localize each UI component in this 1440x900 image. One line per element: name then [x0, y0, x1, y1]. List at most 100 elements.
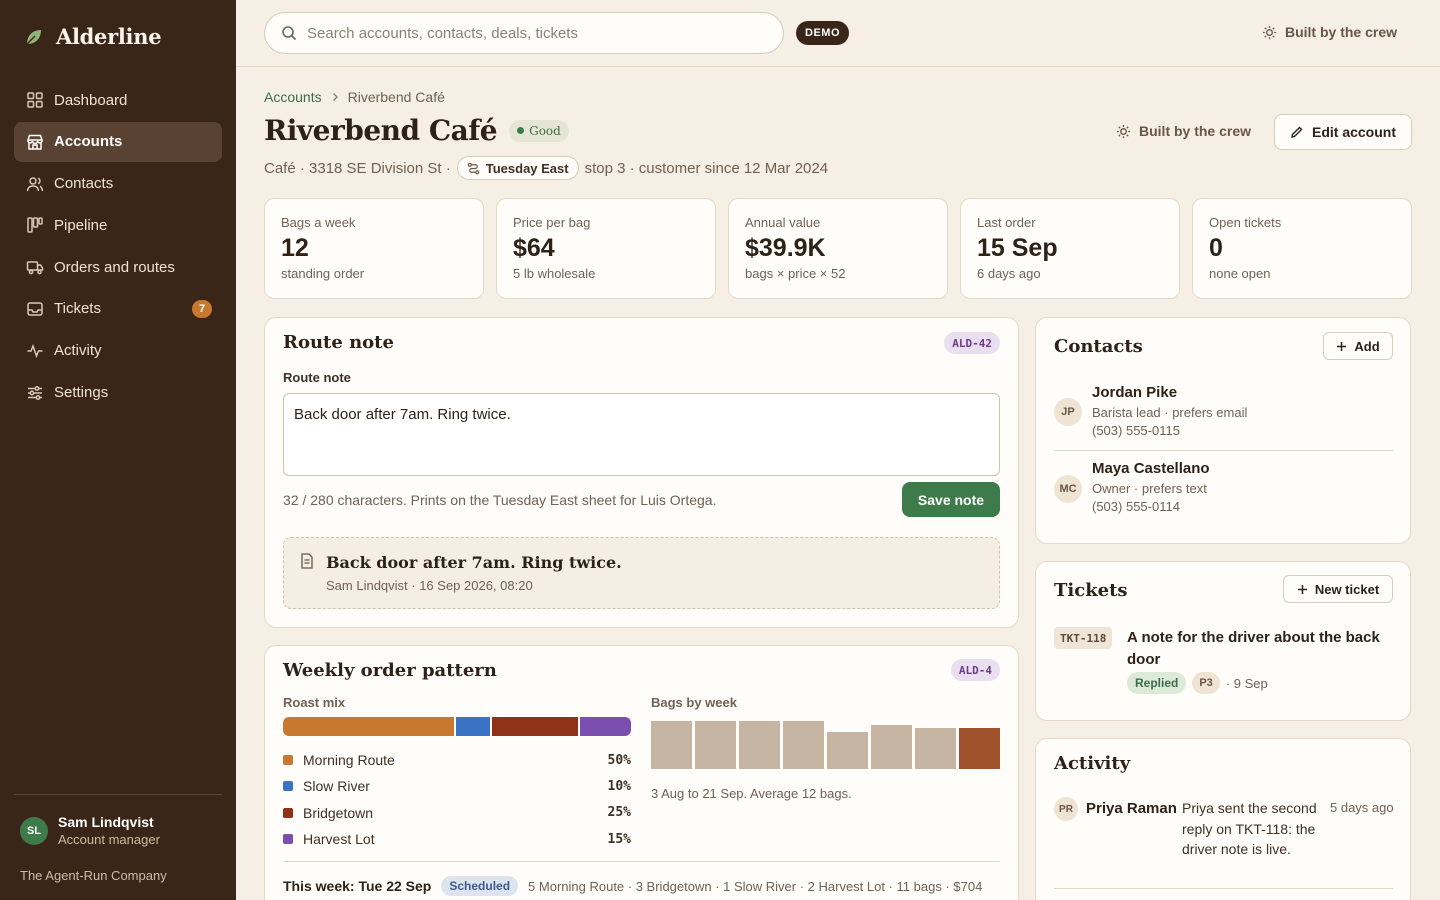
stat-sub: bags × price × 52: [745, 266, 846, 281]
user-profile[interactable]: SL Sam Lindqvist Account manager: [20, 814, 160, 847]
sidebar-item-label: Activity: [54, 342, 102, 360]
stat-value: $64: [513, 234, 555, 262]
sidebar-nav: Dashboard Accounts Contacts Pipeline Ord…: [14, 80, 222, 414]
stat-value: 15 Sep: [977, 234, 1058, 262]
stat-value: $39.9K: [745, 234, 826, 262]
built-by-crew-link[interactable]: Built by the crew: [1116, 123, 1251, 139]
health-badge: Good: [509, 119, 569, 142]
week-bar: [651, 721, 692, 769]
legend-item: Slow River 10%: [283, 773, 631, 799]
new-ticket-button[interactable]: New ticket: [1283, 575, 1393, 603]
priority-badge: P3: [1192, 672, 1220, 694]
users-icon: [26, 176, 44, 191]
route-note-card: Route note ALD-42 Route note 32 / 280 ch…: [264, 317, 1019, 628]
new-ticket-label: New ticket: [1314, 581, 1380, 597]
sidebar-item-label: Accounts: [54, 133, 123, 151]
document-icon: [301, 553, 313, 569]
breadcrumb-accounts[interactable]: Accounts: [264, 89, 322, 105]
stat-value: 0: [1209, 234, 1223, 262]
roast-mix-bar: [283, 717, 631, 736]
issue-tag[interactable]: ALD-4: [950, 659, 1000, 681]
week-bar: [959, 728, 1000, 769]
roast-mix-label: Roast mix: [283, 695, 346, 710]
sidebar-item-dashboard[interactable]: Dashboard: [14, 80, 222, 120]
account-meta: Café · 3318 SE Division St · Tuesday Eas…: [264, 156, 828, 180]
stat-sub: 6 days ago: [977, 266, 1041, 281]
route-icon: [467, 162, 480, 174]
legend-item: Bridgetown 25%: [283, 800, 631, 826]
week-bar: [739, 721, 780, 769]
route-note-textarea[interactable]: [283, 393, 1000, 476]
user-role: Account manager: [58, 832, 160, 847]
plus-icon: [1337, 341, 1347, 351]
breadcrumb: Accounts Riverbend Café: [264, 89, 445, 105]
contacts-card: Contacts Add JP Jordan Pike Barista lead…: [1035, 317, 1411, 544]
bags-by-week-chart: [651, 721, 1000, 769]
built-by-crew-link[interactable]: Built by the crew: [1262, 24, 1397, 40]
grid-icon: [27, 92, 43, 108]
this-week-row: This week: Tue 22 Sep Scheduled 5 Mornin…: [283, 876, 982, 896]
contact-item[interactable]: MC Maya Castellano Owner · prefers text …: [1054, 460, 1393, 518]
health-dot: [517, 127, 525, 134]
health-label: Good: [529, 123, 561, 138]
card-title: Contacts: [1054, 336, 1143, 357]
sidebar-item-label: Dashboard: [54, 91, 128, 109]
kanban-icon: [27, 217, 43, 234]
sidebar-item-tickets[interactable]: Tickets 7: [14, 289, 222, 329]
this-week-label: This week: Tue 22 Sep: [283, 878, 432, 894]
route-pill[interactable]: Tuesday East: [456, 156, 579, 180]
stat-label: Last order: [977, 215, 1036, 230]
sidebar-item-contacts[interactable]: Contacts: [14, 164, 222, 204]
page-title: Riverbend Café: [264, 114, 498, 147]
add-label: Add: [1354, 338, 1380, 354]
search-box[interactable]: [264, 12, 784, 54]
activity-time: 5 days ago: [1330, 800, 1394, 815]
activity-actor[interactable]: Priya Raman: [1086, 800, 1177, 817]
status-badge: Replied: [1127, 672, 1187, 694]
sidebar-item-activity[interactable]: Activity: [14, 331, 222, 371]
stat-sub: none open: [1209, 266, 1271, 281]
contact-role: Barista lead · prefers email: [1092, 405, 1248, 420]
stat-label: Bags a week: [281, 215, 356, 230]
sidebar-item-pipeline[interactable]: Pipeline: [14, 205, 222, 245]
stat-label: Annual value: [745, 215, 821, 230]
demo-badge: DEMO: [796, 21, 849, 45]
week-bar: [783, 721, 824, 769]
card-title: Activity: [1054, 753, 1131, 774]
user-name: Sam Lindqvist: [58, 814, 154, 830]
legend-pct: 15%: [607, 831, 631, 847]
sidebar-item-accounts[interactable]: Accounts: [14, 121, 222, 162]
saved-note-preview: Back door after 7am. Ring twice. Sam Lin…: [283, 537, 1000, 609]
brand[interactable]: Alderline: [24, 24, 162, 49]
ticket-id[interactable]: TKT-118: [1054, 627, 1113, 649]
legend-name: Harvest Lot: [303, 831, 375, 848]
contact-name: Maya Castellano: [1092, 460, 1210, 477]
sidebar-item-label: Pipeline: [54, 216, 108, 234]
save-note-button[interactable]: Save note: [902, 482, 1000, 517]
ticket-title[interactable]: A note for the driver about the back doo…: [1127, 627, 1393, 671]
saved-note-text: Back door after 7am. Ring twice.: [326, 553, 622, 572]
issue-tag[interactable]: ALD-42: [944, 332, 1000, 354]
store-icon: [27, 134, 43, 150]
contact-item[interactable]: JP Jordan Pike Barista lead · prefers em…: [1054, 384, 1393, 442]
sidebar-divider: [14, 794, 222, 795]
divider: [1054, 450, 1393, 451]
card-title: Tickets: [1054, 580, 1128, 601]
divider: [1054, 888, 1393, 889]
crew-label: Built by the crew: [1139, 123, 1252, 139]
edit-account-button[interactable]: Edit account: [1274, 114, 1412, 150]
account-meta-prefix: Café · 3318 SE Division St ·: [264, 159, 451, 177]
sidebar-item-settings[interactable]: Settings: [14, 373, 222, 413]
pulse-icon: [27, 343, 43, 358]
topbar: DEMO Built by the crew: [236, 0, 1440, 67]
bags-by-week-label: Bags by week: [651, 695, 737, 710]
legend-swatch: [283, 755, 293, 766]
roast-mix-legend: Morning Route 50% Slow River 10% Bridgetow…: [283, 747, 631, 852]
divider: [283, 861, 1000, 862]
add-contact-button[interactable]: Add: [1323, 332, 1393, 360]
sidebar-item-label: Contacts: [54, 175, 114, 193]
search-input[interactable]: [307, 24, 747, 42]
legend-name: Bridgetown: [303, 804, 374, 821]
truck-icon: [26, 261, 44, 275]
sidebar-item-orders[interactable]: Orders and routes: [14, 247, 222, 287]
